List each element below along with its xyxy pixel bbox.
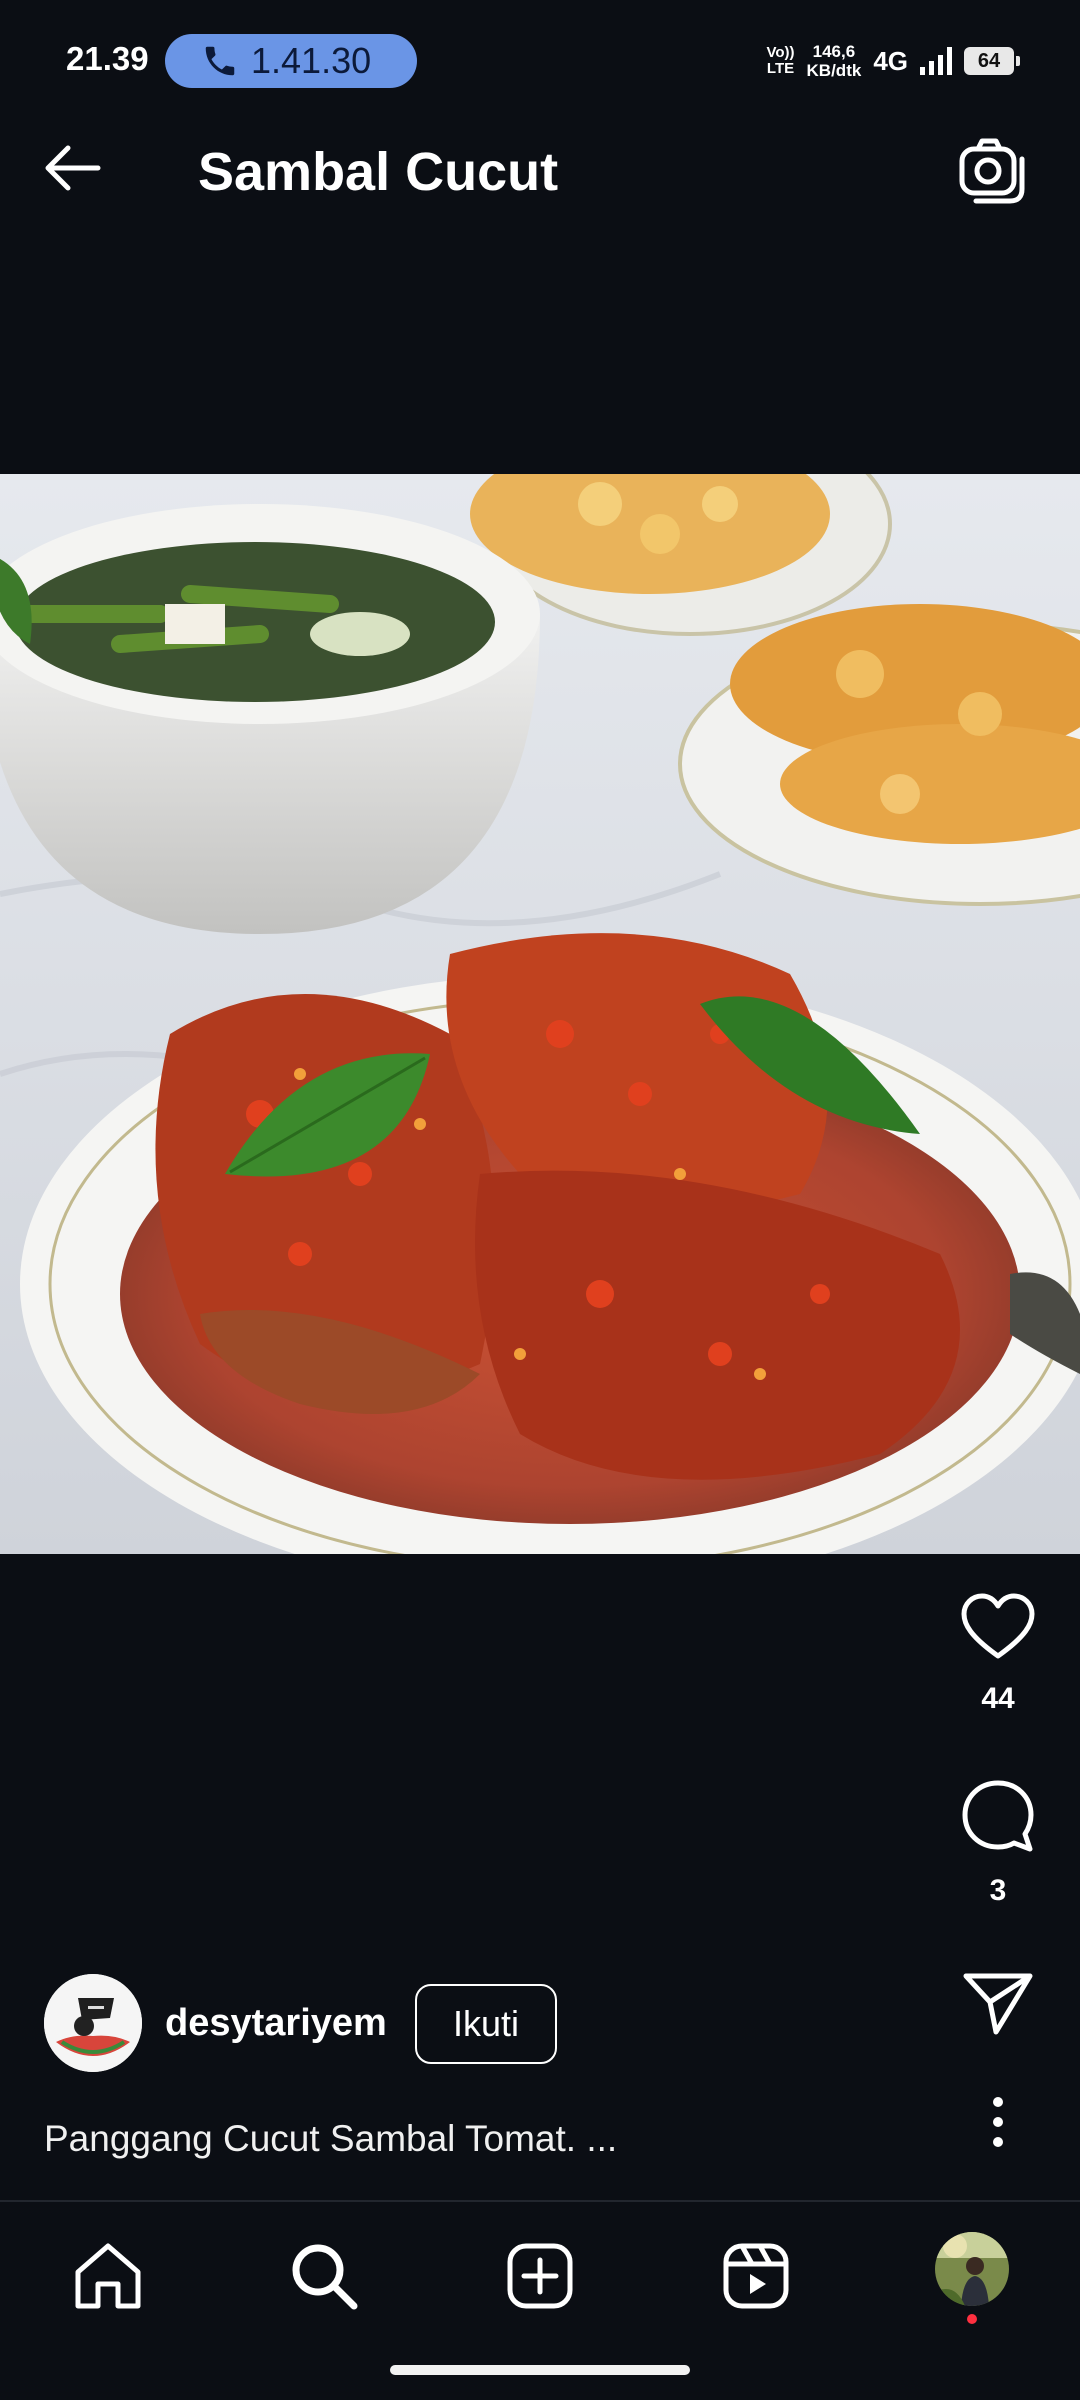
phone-icon: [205, 46, 235, 76]
network-speed: 146,6 KB/dtk: [806, 42, 862, 80]
nav-search[interactable]: [284, 2236, 364, 2316]
author-avatar-image: [44, 1974, 142, 2072]
page-title: Sambal Cucut: [198, 142, 559, 202]
ongoing-call-pill[interactable]: 1.41.30: [165, 34, 417, 88]
signal-icon: [920, 47, 952, 75]
follow-button[interactable]: Ikuti: [415, 1984, 557, 2064]
call-timer: 1.41.30: [251, 40, 372, 81]
create-icon: [507, 2243, 573, 2309]
top-app-bar: Sambal Cucut: [0, 95, 1080, 245]
status-bar: 21.39 1.41.30 Vo)) LTE 146,6 KB/dtk 4G 6…: [0, 0, 1080, 95]
food-photo: [0, 474, 1080, 1554]
like-action[interactable]: 44: [948, 1592, 1048, 1716]
arrow-left-icon: [45, 145, 101, 191]
comment-count: 3: [989, 1874, 1007, 1907]
send-icon: [963, 1973, 1033, 2035]
post-caption[interactable]: Panggang Cucut Sambal Tomat. ...: [44, 2118, 617, 2160]
network-type: 4G: [873, 45, 908, 76]
nav-home[interactable]: [68, 2236, 148, 2316]
author-avatar[interactable]: [44, 1974, 142, 2072]
author-username[interactable]: desytariyem: [165, 2002, 387, 2045]
battery-level: 64: [977, 49, 1001, 72]
reels-icon: [723, 2243, 789, 2309]
nav-profile[interactable]: [935, 2232, 1009, 2306]
camera-icon: [959, 138, 1025, 204]
post-photo[interactable]: [0, 474, 1080, 1554]
back-button[interactable]: [36, 135, 116, 201]
heart-icon: [961, 1593, 1035, 1659]
profile-avatar: [935, 2232, 1009, 2306]
post-screen: 21.39 1.41.30 Vo)) LTE 146,6 KB/dtk 4G 6…: [0, 0, 1080, 2400]
nav-create[interactable]: [500, 2236, 580, 2316]
status-time: 21.39: [66, 40, 149, 77]
volte-indicator: Vo)) LTE: [766, 44, 795, 77]
share-action[interactable]: [948, 1970, 1048, 2036]
comment-action[interactable]: 3: [948, 1778, 1048, 1908]
camera-button[interactable]: [952, 135, 1032, 205]
home-indicator[interactable]: [390, 2365, 690, 2375]
more-vertical-icon: [993, 2097, 1003, 2147]
more-options-button[interactable]: [978, 2092, 1018, 2152]
like-count: 44: [981, 1682, 1015, 1715]
battery-icon: 64: [964, 47, 1020, 75]
nav-reels[interactable]: [716, 2236, 796, 2316]
search-icon: [292, 2244, 358, 2310]
status-indicators: Vo)) LTE 146,6 KB/dtk 4G 64: [766, 38, 1020, 84]
comment-icon: [962, 1780, 1034, 1852]
home-icon: [75, 2243, 141, 2309]
notification-dot: [967, 2314, 977, 2324]
